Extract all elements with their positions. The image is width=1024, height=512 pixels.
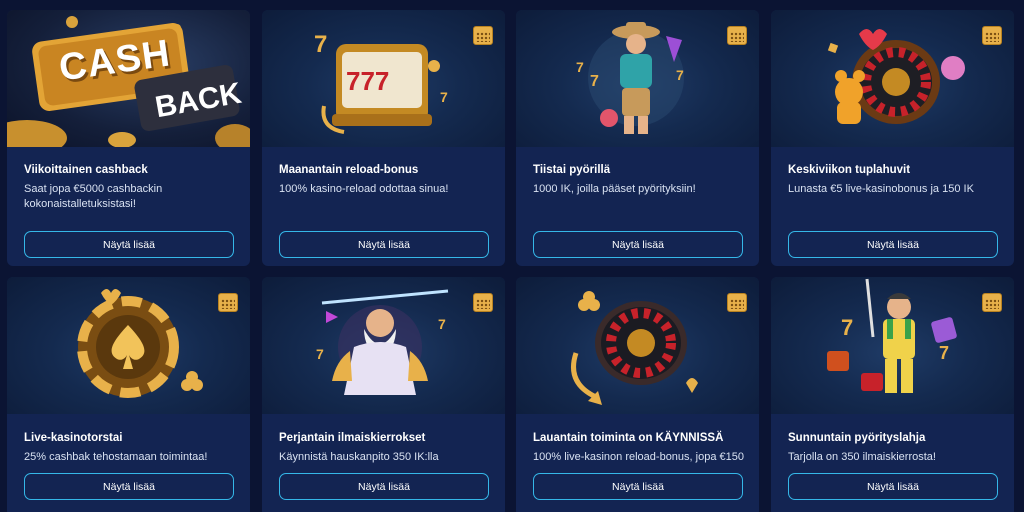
card-title: Live-kasinotorstai	[24, 432, 123, 444]
poker-chip-spade-icon	[77, 289, 203, 398]
svg-text:7: 7	[314, 31, 327, 58]
calendar-icon	[982, 26, 1002, 45]
cowboy-character-icon: 7 7 7	[576, 22, 684, 134]
show-more-button[interactable]: Näytä lisää	[788, 473, 998, 500]
card-description: 1000 IK, joilla pääset pyörityksiin!	[533, 183, 696, 195]
card-art: 7 7 777	[262, 10, 505, 147]
promo-card-live-thursday[interactable]: Live-kasinotorstai 25% cashbak tehostama…	[7, 277, 250, 512]
card-title: Viikoittainen cashback	[24, 164, 148, 176]
promo-card-monday-reload[interactable]: 7 7 777 Maanantain reload-bonus 100% kas…	[262, 10, 505, 266]
svg-text:7: 7	[676, 67, 684, 83]
promotions-grid: CASH BACK Viikoittainen cashback Saat jo…	[0, 0, 1024, 512]
card-art: 7 7	[771, 277, 1014, 414]
zeus-character-icon: 7 7	[316, 289, 449, 395]
card-title: Tiistai pyörillä	[533, 164, 611, 176]
svg-text:7: 7	[576, 59, 584, 75]
svg-text:7: 7	[316, 346, 324, 362]
card-art	[7, 277, 250, 414]
svg-text:7: 7	[939, 343, 949, 363]
card-title: Sunnuntain pyörityslahja	[788, 432, 926, 444]
show-more-button[interactable]: Näytä lisää	[279, 231, 489, 258]
calendar-icon	[982, 293, 1002, 312]
show-more-button[interactable]: Näytä lisää	[533, 231, 743, 258]
promo-card-wednesday-double[interactable]: Keskiviikon tuplahuvit Lunasta €5 live-k…	[771, 10, 1014, 266]
show-more-button[interactable]: Näytä lisää	[788, 231, 998, 258]
roulette-wheel-icon	[827, 29, 965, 124]
card-title: Perjantain ilmaiskierrokset	[279, 432, 426, 444]
svg-text:777: 777	[346, 66, 389, 96]
card-description: Tarjolla on 350 ilmaiskierrosta!	[788, 451, 936, 463]
card-description: 100% kasino-reload odottaa sinua!	[279, 183, 449, 195]
calendar-icon	[473, 293, 493, 312]
promo-card-tuesday-spins[interactable]: 7 7 7 Tiistai pyörillä 1000 IK, joilla p…	[516, 10, 759, 266]
svg-text:7: 7	[440, 89, 448, 105]
slot-machine-icon: 7 7 777	[314, 31, 448, 134]
promo-card-friday-spins[interactable]: 7 7 Perjantain ilmaiskierrokset Käynnist…	[262, 277, 505, 512]
card-art	[771, 10, 1014, 147]
calendar-icon	[727, 293, 747, 312]
card-description: Käynnistä hauskanpito 350 IK:lla	[279, 451, 439, 463]
card-title: Keskiviikon tuplahuvit	[788, 164, 911, 176]
card-art: 7 7 7	[516, 10, 759, 147]
promo-card-saturday-action[interactable]: Lauantain toiminta on KÄYNNISSÄ 100% liv…	[516, 277, 759, 512]
show-more-button[interactable]: Näytä lisää	[279, 473, 489, 500]
card-title: Maanantain reload-bonus	[279, 164, 419, 176]
card-description: 100% live-kasinon reload-bonus, jopa €15…	[533, 451, 744, 463]
show-more-button[interactable]: Näytä lisää	[24, 231, 234, 258]
card-title: Lauantain toiminta on KÄYNNISSÄ	[533, 432, 724, 444]
calendar-icon	[218, 293, 238, 312]
card-description: Lunasta €5 live-kasinobonus ja 150 IK	[788, 183, 974, 195]
miner-character-icon: 7 7	[827, 278, 957, 393]
card-description: Saat jopa €5000 cashbackin kokonaistalle…	[24, 183, 163, 210]
cashback-sign-icon: CASH BACK	[7, 10, 250, 147]
svg-text:7: 7	[590, 73, 599, 90]
calendar-icon	[727, 26, 747, 45]
promo-card-sunday-gift[interactable]: 7 7 Sunnuntain pyörityslahja Tarjolla on…	[771, 277, 1014, 512]
card-art	[516, 277, 759, 414]
card-art: 7 7	[262, 277, 505, 414]
svg-text:7: 7	[438, 316, 446, 332]
card-description: 25% cashbak tehostamaan toimintaa!	[24, 451, 208, 463]
calendar-icon	[473, 26, 493, 45]
svg-text:7: 7	[841, 315, 853, 340]
show-more-button[interactable]: Näytä lisää	[533, 473, 743, 500]
show-more-button[interactable]: Näytä lisää	[24, 473, 234, 500]
promo-card-cashback[interactable]: CASH BACK Viikoittainen cashback Saat jo…	[7, 10, 250, 266]
roulette-wheel-icon	[571, 291, 698, 405]
